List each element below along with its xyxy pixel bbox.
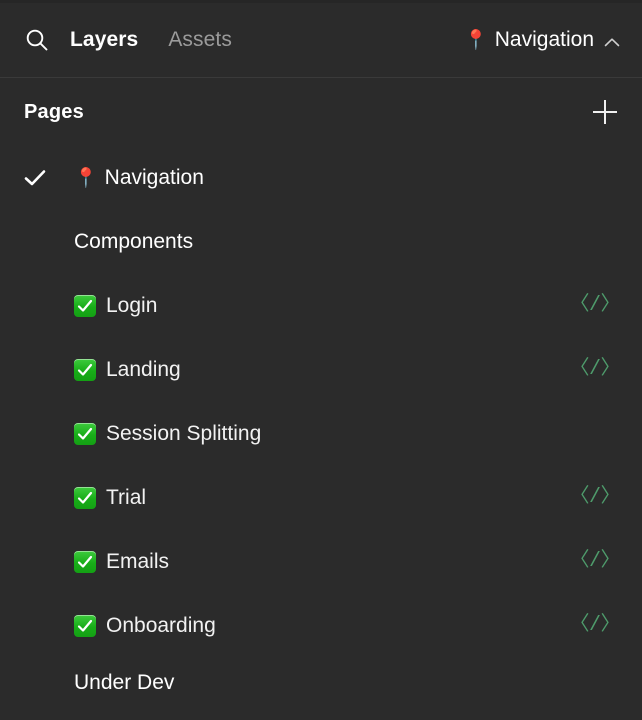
chevron-up-icon[interactable]	[604, 35, 620, 46]
pages-title: Pages	[24, 100, 84, 123]
code-icon[interactable]: 〈/〉	[569, 552, 620, 572]
tree-row-onboarding[interactable]: Onboarding 〈/〉	[0, 594, 642, 658]
tree-row-page-navigation[interactable]: 📍 Navigation	[0, 146, 642, 210]
checked-checkbox-icon[interactable]	[74, 359, 96, 381]
panel-header: Layers Assets 📍 Navigation	[0, 3, 642, 78]
checked-checkbox-icon[interactable]	[74, 551, 96, 573]
search-icon[interactable]	[24, 27, 50, 53]
layers-panel: Layers Assets 📍 Navigation Pages 📍 Navig…	[0, 0, 642, 720]
layers-tree: 📍 Navigation Components Login 〈/〉 Landin…	[0, 146, 642, 720]
checked-checkbox-icon[interactable]	[74, 487, 96, 509]
tree-row-label: Navigation	[104, 166, 204, 189]
tree-row-landing[interactable]: Landing 〈/〉	[0, 338, 642, 402]
tree-group-under-dev[interactable]: Under Dev	[0, 658, 642, 708]
code-icon[interactable]: 〈/〉	[569, 616, 620, 636]
code-icon[interactable]: 〈/〉	[569, 296, 620, 316]
tree-row-label: Onboarding	[106, 614, 216, 637]
check-icon	[24, 169, 52, 187]
checked-checkbox-icon[interactable]	[74, 615, 96, 637]
checked-checkbox-icon[interactable]	[74, 423, 96, 445]
tree-group-components[interactable]: Components	[0, 210, 642, 274]
tree-row-label: Login	[106, 294, 158, 317]
tree-group-label: Under Dev	[74, 671, 175, 694]
tree-row-label: Emails	[106, 550, 170, 573]
code-icon[interactable]: 〈/〉	[569, 360, 620, 380]
page-selector-dropdown[interactable]: 📍 Navigation	[464, 28, 620, 52]
tree-group-label: Components	[74, 230, 194, 253]
code-icon[interactable]: 〈/〉	[569, 488, 620, 508]
checked-checkbox-icon[interactable]	[74, 295, 96, 317]
pushpin-icon: 📍	[74, 167, 98, 189]
tree-row-label: Trial	[106, 486, 147, 509]
tree-row-trial[interactable]: Trial 〈/〉	[0, 466, 642, 530]
pages-section-header: Pages	[0, 78, 642, 146]
tree-row-emails[interactable]: Emails 〈/〉	[0, 530, 642, 594]
tree-row-label: Session Splitting	[106, 422, 262, 445]
tree-row-login[interactable]: Login 〈/〉	[0, 274, 642, 338]
add-page-button[interactable]	[590, 97, 620, 127]
tree-row-session-splitting[interactable]: Session Splitting 〈/〉	[0, 402, 642, 466]
page-selector-label: Navigation	[494, 28, 594, 51]
tree-row-label: Landing	[106, 358, 181, 381]
tab-assets[interactable]: Assets	[168, 28, 232, 52]
tab-layers[interactable]: Layers	[70, 28, 138, 52]
pushpin-icon: 📍	[464, 29, 488, 51]
